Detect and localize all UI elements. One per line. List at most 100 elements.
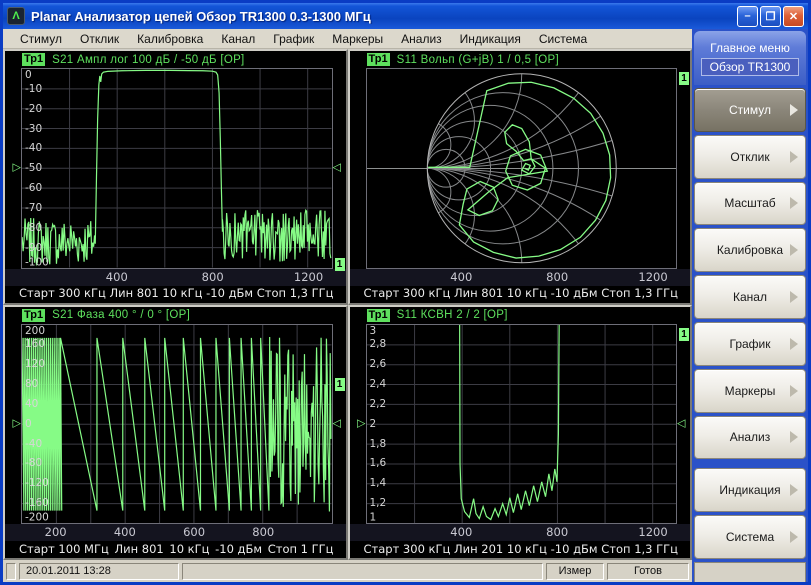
menu-item-Маркеры[interactable]: Маркеры: [323, 30, 392, 48]
stimulus-status-token: Лин 801: [109, 286, 158, 300]
chevron-right-icon: [790, 338, 798, 350]
minimize-button[interactable]: –: [737, 6, 758, 27]
stimulus-status-token: Стоп 1,3 ГГц: [601, 542, 678, 556]
left-marker-gutter: ▷: [5, 324, 21, 525]
status-grip: [6, 563, 16, 580]
ref-level-marker-left[interactable]: ▷: [357, 418, 365, 429]
sidebar-header: Главное меню Обзор TR1300: [694, 31, 806, 85]
x-tick-label: 400: [114, 525, 136, 539]
sidebar-title: Главное меню: [710, 41, 790, 55]
chevron-right-icon: [790, 385, 798, 397]
ref-level-marker-right[interactable]: ◁: [333, 418, 341, 429]
sidebar-button-label: Маркеры: [725, 384, 776, 398]
chart-status-line: Старт 100 МГцЛин 80110 кГц-10 дБмСтоп 1 …: [5, 541, 346, 558]
chevron-right-icon: [790, 151, 798, 163]
sidebar-mode: Обзор TR1300: [701, 58, 800, 76]
sidebar-button-label: Канал: [733, 290, 767, 304]
window-controls: –❐✕: [737, 6, 804, 27]
x-tick-label: 800: [546, 270, 568, 284]
chart-status-line: Старт 300 кГцЛин 80110 кГц-10 дБмСтоп 1,…: [350, 286, 691, 303]
menu-item-Индикация[interactable]: Индикация: [451, 30, 530, 48]
chevron-right-icon: [790, 431, 798, 443]
sidebar-button-label: Индикация: [719, 483, 780, 497]
chart-title: S21 Фаза 400 ° / 0 ° [ОР]: [52, 309, 190, 321]
window-title: Planar Анализатор цепей Обзор TR1300 0.3…: [31, 9, 737, 24]
right-marker-gutter: 1◁: [333, 68, 346, 269]
x-axis-strip: 400 800 1200: [350, 524, 691, 541]
sidebar-button-label: Отклик: [730, 150, 769, 164]
x-tick-label: 600: [183, 525, 205, 539]
right-marker-gutter: 1◁: [677, 324, 690, 525]
menu-item-Канал[interactable]: Канал: [212, 30, 264, 48]
left-marker-gutter: ▷: [5, 68, 21, 269]
ref-level-marker-left[interactable]: ▷: [13, 418, 21, 429]
title-bar[interactable]: Λ Planar Анализатор цепей Обзор TR1300 0…: [3, 3, 808, 29]
sidebar-button-label: Масштаб: [724, 196, 775, 210]
stimulus-status-token: 10 кГц: [162, 286, 202, 300]
trace-number-marker: 1: [335, 378, 345, 391]
stimulus-status-token: Стоп 1 ГГц: [268, 542, 334, 556]
chart-title: S21 Ампл лог 100 дБ / -50 дБ [ОР]: [52, 54, 244, 66]
trace-number-marker: 1: [679, 72, 689, 85]
ref-level-marker-left[interactable]: ▷: [13, 163, 21, 174]
trace-number-marker: 1: [679, 328, 689, 341]
trace-number-marker: 1: [335, 258, 345, 271]
stimulus-status-token: Старт 300 кГц: [19, 286, 106, 300]
menu-item-Стимул[interactable]: Стимул: [11, 30, 71, 48]
close-button[interactable]: ✕: [783, 6, 804, 27]
chart-s11-vswr[interactable]: Тр1 S11 КСВН 2 / 2 [ОР] ▷ 32,82,62,42,22…: [348, 305, 693, 561]
right-marker-gutter: 1: [677, 68, 690, 269]
sidebar-button-Маркеры[interactable]: Маркеры: [694, 369, 806, 413]
sidebar-buttons: Стимул Отклик Масштаб Калибровка Канал График…: [694, 88, 806, 559]
sidebar-button-Анализ[interactable]: Анализ: [694, 416, 806, 460]
x-tick-label: 400: [450, 270, 472, 284]
sidebar-button-Масштаб[interactable]: Масштаб: [694, 182, 806, 226]
chevron-right-icon: [790, 244, 798, 256]
app-icon: Λ: [7, 7, 25, 25]
x-tick-label: 1200: [638, 525, 667, 539]
sidebar-button-Канал[interactable]: Канал: [694, 275, 806, 319]
menu-item-Система[interactable]: Система: [530, 30, 596, 48]
sidebar-footer: [694, 562, 806, 582]
ref-level-marker-right[interactable]: ◁: [677, 418, 685, 429]
stimulus-status-token: -10 дБм: [206, 286, 253, 300]
trace-badge: Тр1: [22, 53, 45, 66]
sidebar-button-Калибровка[interactable]: Калибровка: [694, 228, 806, 272]
stimulus-status-token: -10 дБм: [551, 542, 598, 556]
x-tick-label: 400: [450, 525, 472, 539]
menu-item-Отклик[interactable]: Отклик: [71, 30, 128, 48]
sidebar-button-label: График: [730, 337, 771, 351]
x-tick-label: 200: [45, 525, 67, 539]
sidebar-button-Отклик[interactable]: Отклик: [694, 135, 806, 179]
x-tick-label: 800: [252, 525, 274, 539]
plot-area: [366, 68, 678, 269]
plot-area: 20016012080400-40-80-120-160-200: [21, 324, 333, 525]
stimulus-status-token: -10 дБм: [215, 542, 262, 556]
x-tick-label: 800: [546, 525, 568, 539]
sidebar-button-Индикация[interactable]: Индикация: [694, 468, 806, 512]
chevron-right-icon: [790, 291, 798, 303]
stimulus-status-token: Старт 300 кГц: [364, 286, 451, 300]
menu-item-График[interactable]: График: [264, 30, 323, 48]
trace-badge: Тр1: [367, 309, 390, 322]
chart-title: S11 КСВН 2 / 2 [ОР]: [397, 309, 508, 321]
menu-item-Калибровка[interactable]: Калибровка: [128, 30, 212, 48]
chart-status-line: Старт 300 кГцЛин 20110 кГц-10 дБмСтоп 1,…: [350, 541, 691, 558]
x-axis-strip: 4008001200: [5, 269, 346, 286]
stimulus-status-token: Лин 801: [454, 286, 503, 300]
chart-s21-logmag[interactable]: Тр1 S21 Ампл лог 100 дБ / -50 дБ [ОР] ▷ …: [3, 49, 348, 305]
ref-level-marker-right[interactable]: ◁: [333, 163, 341, 174]
menu-item-Анализ[interactable]: Анализ: [392, 30, 451, 48]
sidebar-button-Система[interactable]: Система: [694, 515, 806, 559]
sidebar-button-График[interactable]: График: [694, 322, 806, 366]
menu-bar: СтимулОткликКалибровкаКаналГрафикМаркеры…: [3, 29, 692, 49]
x-tick-label: 400: [106, 270, 128, 284]
sidebar-button-Стимул[interactable]: Стимул: [694, 88, 806, 132]
x-axis-strip: 200 400 600 800: [5, 524, 346, 541]
maximize-button[interactable]: ❐: [760, 6, 781, 27]
chart-s21-phase[interactable]: Тр1 S21 Фаза 400 ° / 0 ° [ОР] ▷ 20016012…: [3, 305, 348, 561]
chart-s11-smith[interactable]: Тр1 S11 Вольп (G+jB) 1 / 0,5 [ОР] 1 4008…: [348, 49, 693, 305]
status-measure: Измер: [546, 563, 604, 580]
stimulus-status-token: Старт 100 МГц: [19, 542, 109, 556]
charts-grid: Тр1 S21 Ампл лог 100 дБ / -50 дБ [ОР] ▷ …: [3, 49, 692, 560]
